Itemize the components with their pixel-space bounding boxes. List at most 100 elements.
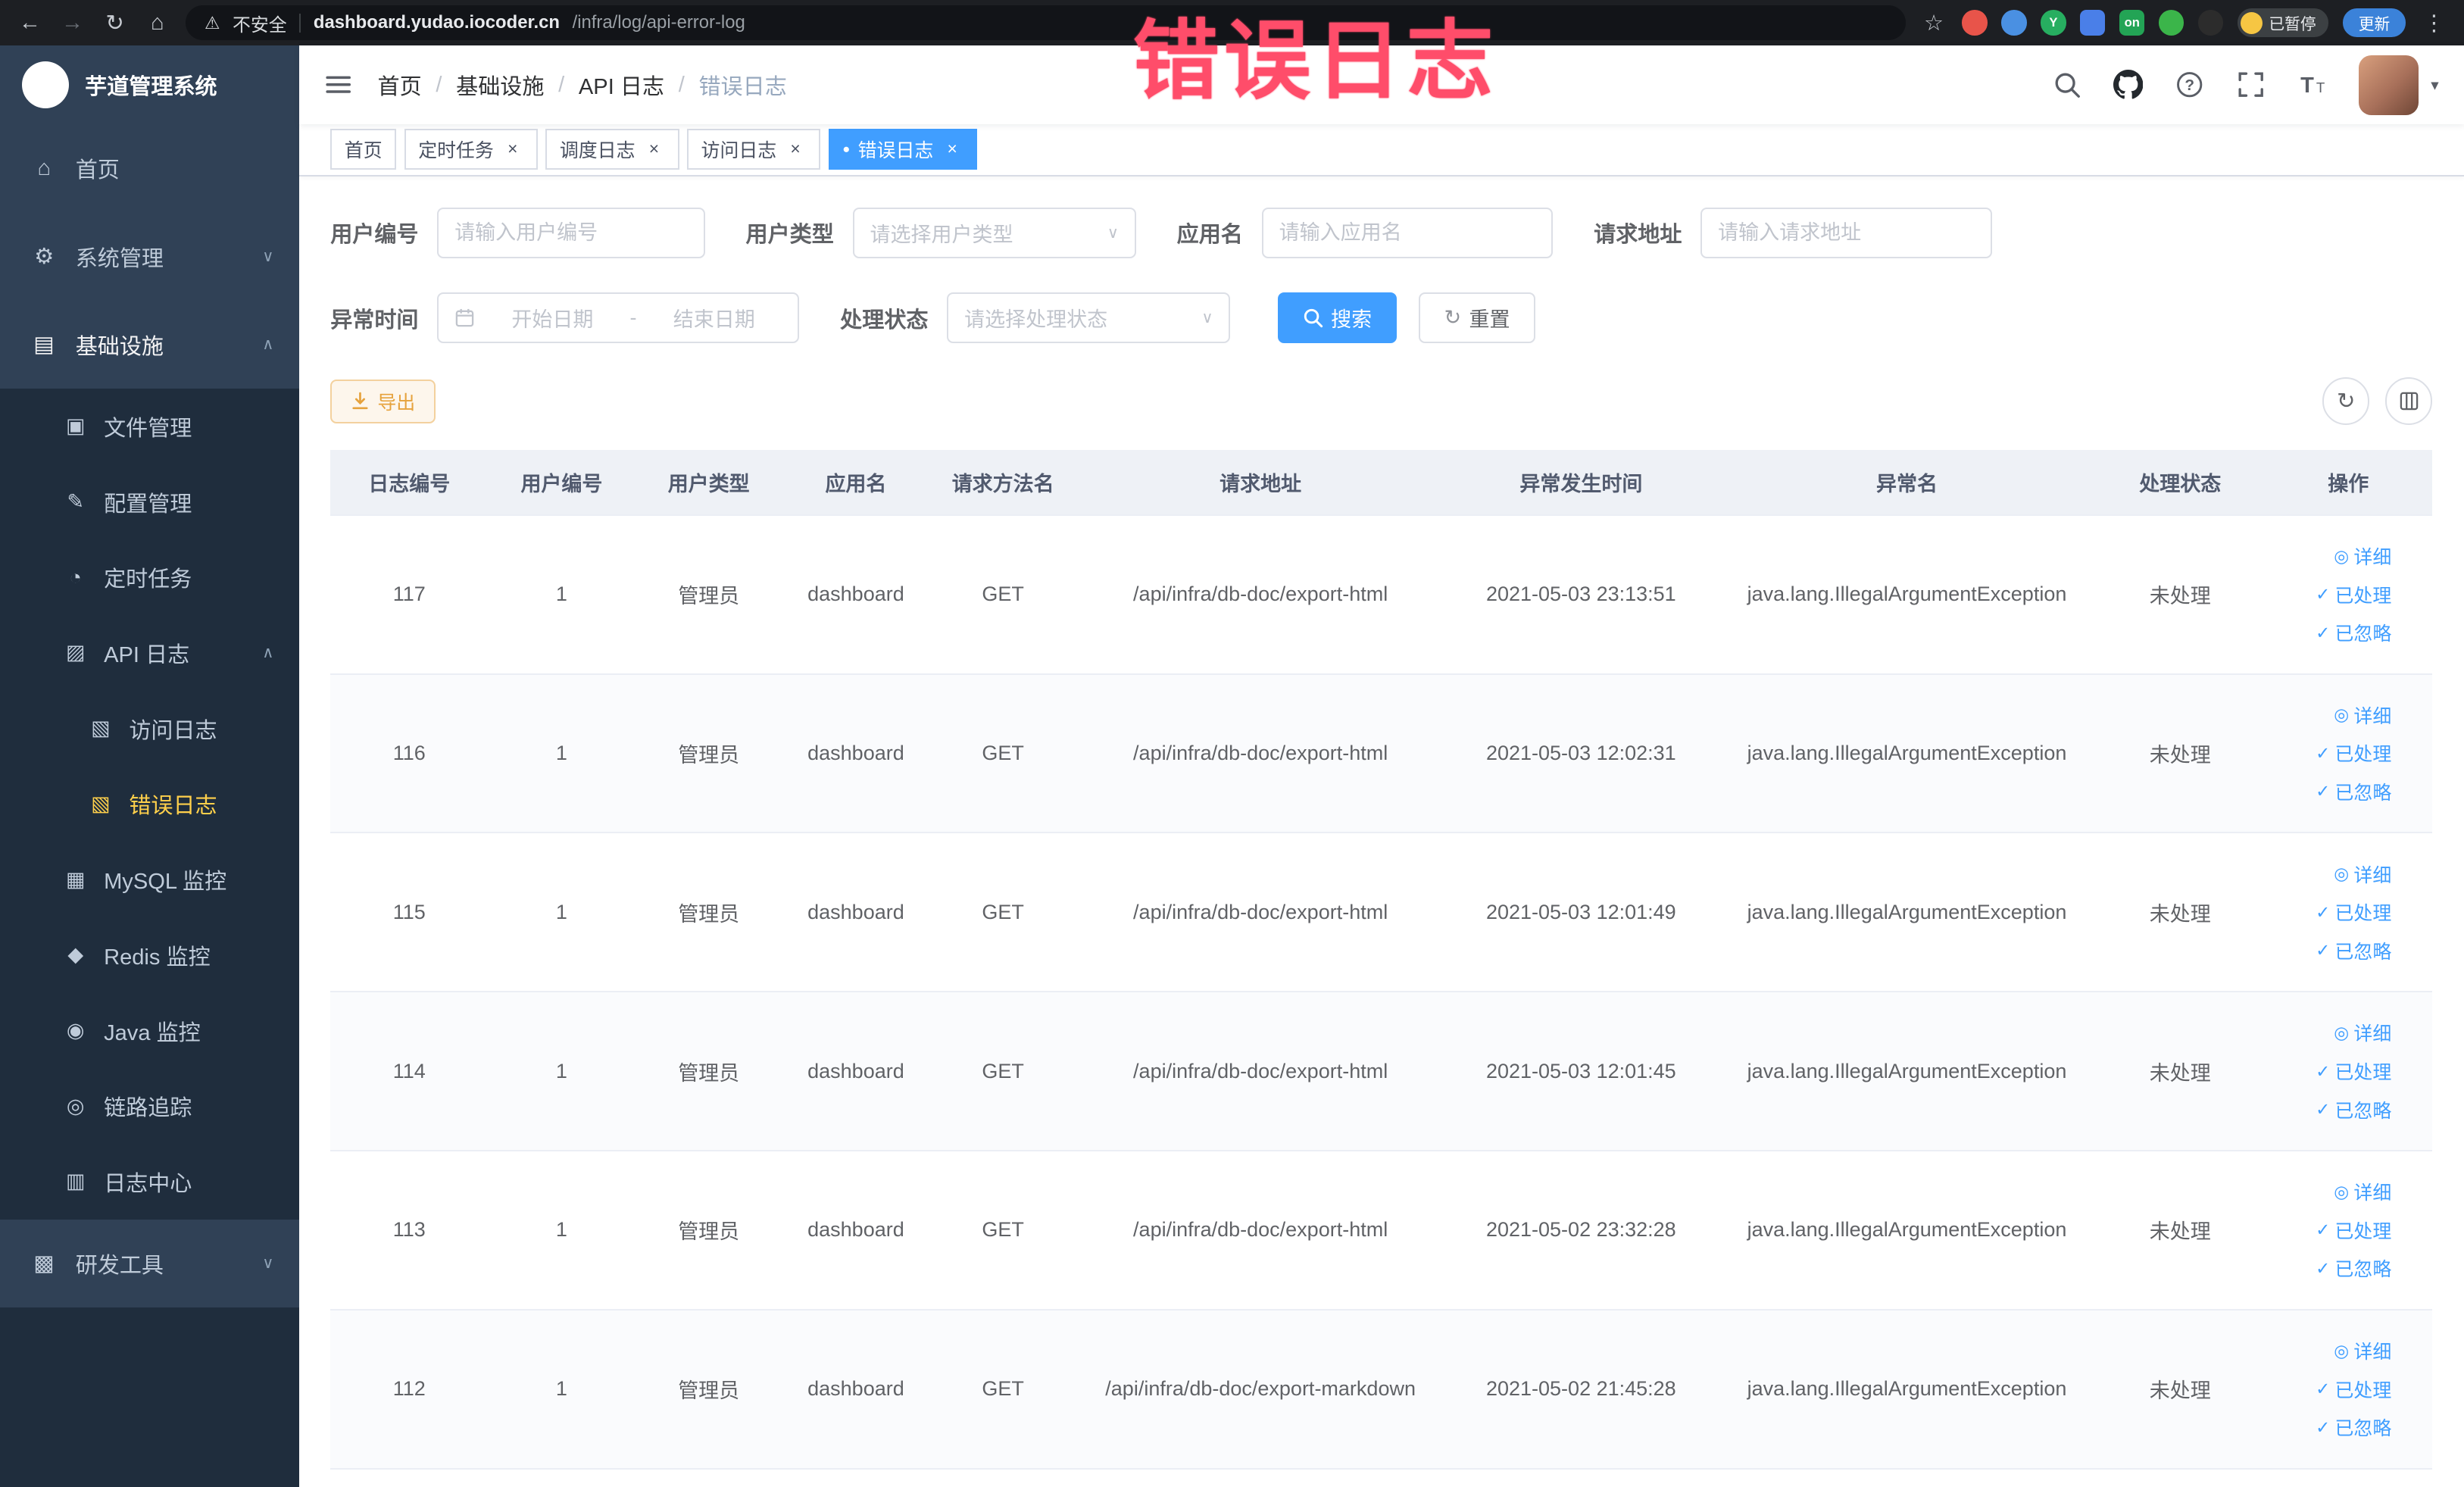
log-center-icon: ▥	[65, 1170, 86, 1193]
table-row: 113 1 管理员 dashboard GET /api/infra/db-do…	[330, 1151, 2433, 1310]
user-id-input-field[interactable]	[454, 220, 688, 245]
detail-link[interactable]: ◎ 详细	[2334, 1019, 2391, 1046]
user-type-select[interactable]: 请选择用户类型 ∨	[852, 208, 1136, 258]
breadcrumb-home[interactable]: 首页	[378, 69, 422, 101]
top-navbar: 首页 / 基础设施 / API 日志 / 错误日志 ? T T ▾	[298, 45, 2464, 125]
close-icon[interactable]: ×	[785, 139, 807, 161]
request-url-input-field[interactable]	[1718, 220, 1975, 245]
sidebar-item-access-log[interactable]: ▧ 访问日志	[0, 690, 299, 767]
date-start-placeholder[interactable]: 开始日期	[485, 303, 620, 333]
filter-app-name: 应用名	[1177, 208, 1554, 258]
mark-processed-link[interactable]: ✓ 已处理	[2316, 581, 2391, 608]
browser-update-button[interactable]: 更新	[2343, 8, 2406, 37]
extension-icon-on-badge[interactable]: on	[2119, 10, 2145, 36]
breadcrumb-separator: /	[436, 72, 442, 97]
hamburger-icon[interactable]	[324, 70, 352, 98]
github-icon[interactable]	[2113, 70, 2144, 99]
detail-link[interactable]: ◎ 详细	[2334, 701, 2391, 729]
browser-forward-button[interactable]: →	[58, 11, 86, 36]
sidebar-item-log-center[interactable]: ▥ 日志中心	[0, 1144, 299, 1220]
sidebar-item-scheduled-jobs[interactable]: ◔ 定时任务	[0, 539, 299, 616]
browser-menu-dots-icon[interactable]: ⋮	[2420, 10, 2448, 36]
cell-request-url: /api/infra/db-doc/export-html	[1133, 583, 1388, 606]
mark-ignored-link[interactable]: ✓ 已忽略	[2316, 937, 2391, 964]
request-url-input[interactable]	[1700, 208, 1992, 258]
mark-processed-link[interactable]: ✓ 已处理	[2316, 739, 2391, 767]
sidebar-item-redis-monitor[interactable]: ◆ Redis 监控	[0, 917, 299, 993]
font-size-icon[interactable]: TT	[2297, 70, 2327, 99]
mark-processed-link[interactable]: ✓ 已处理	[2316, 898, 2391, 926]
process-status-select[interactable]: 请选择处理状态 ∨	[947, 292, 1231, 343]
sidebar-item-mysql-monitor[interactable]: ▦ MySQL 监控	[0, 842, 299, 917]
sidebar-item-file-management[interactable]: ▣ 文件管理	[0, 389, 299, 464]
app-logo[interactable]: 芋道管理系统	[0, 45, 299, 125]
mark-ignored-link[interactable]: ✓ 已忽略	[2316, 1254, 2391, 1282]
mark-processed-link[interactable]: ✓ 已处理	[2316, 1217, 2391, 1244]
sidebar-item-config-management[interactable]: ✎ 配置管理	[0, 464, 299, 540]
mark-processed-link[interactable]: ✓ 已处理	[2316, 1376, 2391, 1403]
tab-scheduled-jobs[interactable]: 定时任务 ×	[404, 129, 538, 170]
sidebar-item-infra[interactable]: ▤ 基础设施 ∧	[0, 300, 299, 389]
detail-link[interactable]: ◎ 详细	[2334, 861, 2391, 888]
extension-icon-blue-drop[interactable]	[2001, 10, 2027, 36]
sidebar-item-api-log[interactable]: ▨ API 日志 ∧	[0, 615, 299, 691]
bookmark-star-icon[interactable]: ☆	[1919, 10, 1947, 36]
app-name-input-field[interactable]	[1279, 220, 1536, 245]
sidebar-item-file-label: 文件管理	[104, 416, 192, 441]
app-name-input[interactable]	[1261, 208, 1554, 258]
refresh-table-button[interactable]: ↻	[2322, 377, 2370, 425]
mark-processed-link[interactable]: ✓ 已处理	[2316, 1057, 2391, 1085]
date-end-placeholder[interactable]: 结束日期	[646, 303, 782, 333]
sidebar-item-java-monitor[interactable]: ◉ Java 监控	[0, 992, 299, 1069]
tab-error-log[interactable]: ● 错误日志 ×	[828, 129, 978, 170]
fullscreen-icon[interactable]	[2236, 70, 2266, 99]
user-menu[interactable]: ▾	[2358, 55, 2439, 115]
cell-request-url: /api/infra/db-doc/export-html	[1133, 1059, 1388, 1082]
browser-back-button[interactable]: ←	[16, 11, 44, 36]
tab-home[interactable]: 首页	[330, 129, 397, 170]
date-range-picker[interactable]: 开始日期 - 结束日期	[437, 292, 800, 343]
address-bar[interactable]: ⚠ 不安全 dashboard.yudao.iocoder.cn/infra/l…	[186, 5, 1906, 40]
extension-icon-blue-grid[interactable]	[2080, 10, 2106, 36]
cell-exception-name: java.lang.IllegalArgumentException	[1747, 900, 2067, 923]
search-button[interactable]: 搜索	[1277, 292, 1398, 343]
cell-log-id: 116	[392, 741, 426, 764]
user-id-input[interactable]	[437, 208, 705, 258]
sidebar-item-trace[interactable]: ◎ 链路追踪	[0, 1068, 299, 1145]
browser-home-button[interactable]: ⌂	[143, 11, 171, 36]
mark-ignored-link[interactable]: ✓ 已忽略	[2316, 778, 2391, 805]
detail-link[interactable]: ◎ 详细	[2334, 542, 2391, 570]
sidebar-item-error-log[interactable]: ▧ 错误日志	[0, 766, 299, 842]
mark-ignored-link[interactable]: ✓ 已忽略	[2316, 619, 2391, 646]
tab-dispatch-log[interactable]: 调度日志 ×	[545, 129, 679, 170]
close-icon[interactable]: ×	[942, 139, 963, 161]
close-icon[interactable]: ×	[501, 139, 523, 161]
file-icon: ▣	[65, 414, 86, 438]
search-icon[interactable]	[2052, 70, 2081, 99]
reset-button[interactable]: ↻ 重置	[1419, 292, 1535, 343]
security-label: 不安全	[233, 14, 287, 36]
export-button[interactable]: 导出	[330, 379, 436, 423]
close-icon[interactable]: ×	[643, 139, 665, 161]
paused-badge[interactable]: 已暂停	[2237, 8, 2329, 37]
mark-ignored-link[interactable]: ✓ 已忽略	[2316, 1414, 2391, 1441]
breadcrumb-api-log[interactable]: API 日志	[579, 69, 664, 101]
tab-access-log[interactable]: 访问日志 ×	[686, 129, 821, 170]
tab-home-label: 首页	[344, 140, 383, 162]
tab-label: 访问日志	[701, 140, 777, 162]
extension-icon-paw[interactable]	[2197, 10, 2224, 36]
browser-reload-button[interactable]: ↻	[101, 10, 129, 36]
sidebar-item-devtools[interactable]: ▩ 研发工具 ∨	[0, 1219, 299, 1308]
detail-link[interactable]: ◎ 详细	[2334, 1337, 2391, 1364]
help-icon[interactable]: ?	[2175, 70, 2204, 99]
breadcrumb-infra[interactable]: 基础设施	[456, 69, 544, 101]
tab-label: 调度日志	[559, 140, 636, 162]
sidebar-item-home[interactable]: ⌂ 首页	[0, 124, 299, 213]
extension-icon-red[interactable]	[1962, 10, 1988, 36]
detail-link[interactable]: ◎ 详细	[2334, 1178, 2391, 1205]
extension-icon-green-leaf[interactable]	[2159, 10, 2184, 36]
extension-icon-green-y[interactable]: Y	[2041, 10, 2066, 36]
sidebar-item-system[interactable]: ⚙ 系统管理 ∨	[0, 212, 299, 301]
mark-ignored-link[interactable]: ✓ 已忽略	[2316, 1096, 2391, 1123]
column-settings-button[interactable]	[2385, 377, 2433, 425]
